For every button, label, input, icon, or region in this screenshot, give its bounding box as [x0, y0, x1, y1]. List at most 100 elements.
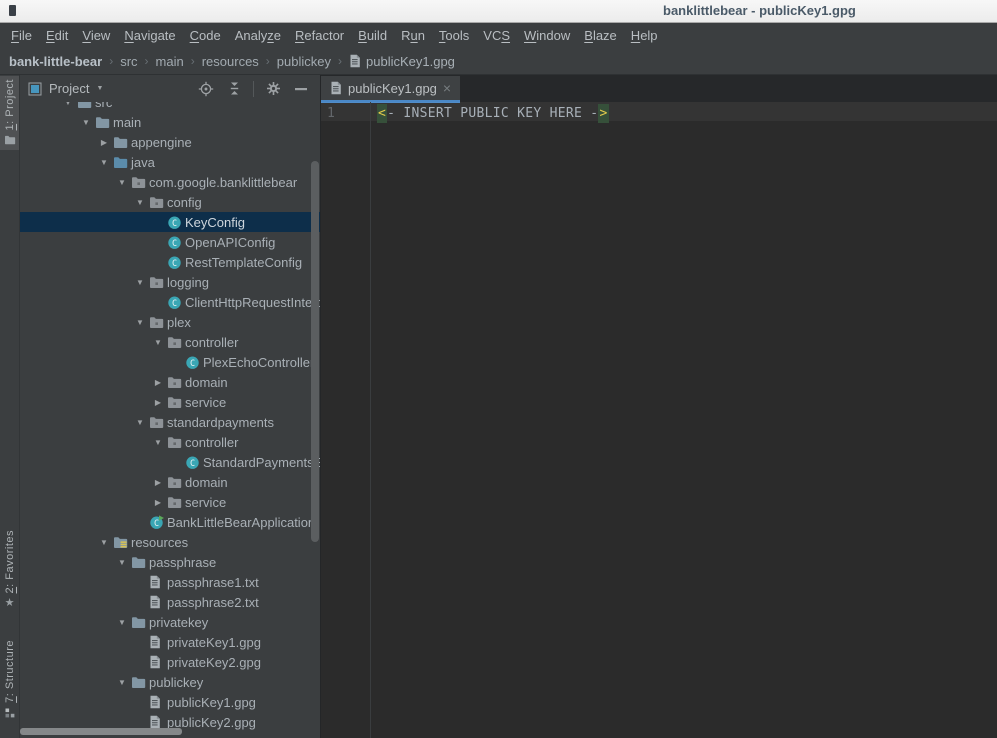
chevron-expanded-icon[interactable]: ▼: [77, 118, 95, 127]
folder-icon: [131, 556, 147, 569]
tree-item-publickey1-gpg[interactable]: publicKey1.gpg: [20, 692, 320, 712]
menu-item-code[interactable]: Code: [183, 25, 228, 46]
menu-item-analyze[interactable]: Analyze: [228, 25, 288, 46]
chevron-expanded-icon[interactable]: ▼: [131, 198, 149, 207]
tree-item-passphrase1-txt[interactable]: passphrase1.txt: [20, 572, 320, 592]
chevron-expanded-icon[interactable]: ▼: [95, 538, 113, 547]
chevron-expanded-icon[interactable]: ▼: [59, 102, 77, 107]
collapse-all-icon[interactable]: [223, 79, 245, 99]
tree-item-plexechocontroller[interactable]: CPlexEchoController: [20, 352, 320, 372]
menu-item-window[interactable]: Window: [517, 25, 577, 46]
chevron-expanded-icon[interactable]: ▼: [149, 438, 167, 447]
editor-tab-publickey1[interactable]: publicKey1.gpg ×: [321, 76, 460, 100]
tree-item-config[interactable]: ▼config: [20, 192, 320, 212]
tree-item-privatekey1-gpg[interactable]: privateKey1.gpg: [20, 632, 320, 652]
project-folder-icon: [4, 135, 16, 147]
chevron-expanded-icon[interactable]: ▼: [131, 278, 149, 287]
main-area: 1: Project 2: Favorites ★ 7: Structure P…: [0, 74, 997, 738]
gear-icon[interactable]: [262, 79, 284, 99]
tool-window-button-project[interactable]: 1: Project: [0, 76, 19, 150]
chevron-collapsed-icon[interactable]: ▶: [149, 478, 167, 487]
chevron-down-icon[interactable]: ▼: [96, 85, 103, 92]
chevron-collapsed-icon[interactable]: ▶: [149, 498, 167, 507]
tree-item-keyconfig[interactable]: CKeyConfig: [20, 212, 320, 232]
tree-item-controller[interactable]: ▼controller: [20, 432, 320, 452]
breadcrumb-item-src[interactable]: src: [120, 54, 137, 69]
tree-item-plex[interactable]: ▼plex: [20, 312, 320, 332]
tree-item-service[interactable]: ▶service: [20, 492, 320, 512]
tree-item-resources[interactable]: ▼resources: [20, 532, 320, 552]
chevron-collapsed-icon[interactable]: ▶: [95, 138, 113, 147]
chevron-expanded-icon[interactable]: ▼: [113, 678, 131, 687]
breadcrumb-item-main[interactable]: main: [156, 54, 184, 69]
tree-item-privatekey[interactable]: ▼privatekey: [20, 612, 320, 632]
menu-item-edit[interactable]: Edit: [39, 25, 75, 46]
window-title: banklittlebear - publicKey1.gpg: [663, 3, 856, 18]
tree-item-logging[interactable]: ▼logging: [20, 272, 320, 292]
tree-horizontal-scrollbar[interactable]: [20, 728, 182, 735]
tree-item-domain[interactable]: ▶domain: [20, 472, 320, 492]
tree-item-passphrase2-txt[interactable]: passphrase2.txt: [20, 592, 320, 612]
menu-item-blaze[interactable]: Blaze: [577, 25, 624, 46]
tool-window-button-favorites[interactable]: 2: Favorites ★: [0, 527, 19, 611]
tree-item-passphrase[interactable]: ▼passphrase: [20, 552, 320, 572]
file-icon: [149, 655, 165, 669]
breadcrumb-item-resources[interactable]: resources: [202, 54, 259, 69]
tree-item-java[interactable]: ▼java: [20, 152, 320, 172]
chevron-expanded-icon[interactable]: ▼: [131, 418, 149, 427]
file-icon: [149, 575, 165, 589]
breadcrumb-separator: ›: [338, 54, 342, 68]
tree-item-appengine[interactable]: ▶ appengine: [20, 132, 320, 152]
class-icon: C: [185, 455, 201, 470]
hide-panel-icon[interactable]: [290, 79, 312, 99]
file-icon: [149, 635, 165, 649]
menu-item-build[interactable]: Build: [351, 25, 394, 46]
tree-item-label: appengine: [131, 135, 192, 150]
chevron-expanded-icon[interactable]: ▼: [131, 318, 149, 327]
breadcrumb-root[interactable]: bank-little-bear: [9, 54, 102, 69]
tree-item-standardpayments[interactable]: ▼standardpayments: [20, 412, 320, 432]
menu-item-tools[interactable]: Tools: [432, 25, 476, 46]
breadcrumb-item-publickey[interactable]: publickey: [277, 54, 331, 69]
tool-window-button-structure[interactable]: 7: Structure: [0, 637, 19, 723]
chevron-expanded-icon[interactable]: ▼: [113, 178, 131, 187]
tree-item-resttemplateconfig[interactable]: CRestTemplateConfig: [20, 252, 320, 272]
tree-vertical-scrollbar[interactable]: [311, 161, 319, 542]
menu-item-refactor[interactable]: Refactor: [288, 25, 351, 46]
tree-item-banklittlebearapplication[interactable]: CBankLittleBearApplication: [20, 512, 320, 532]
chevron-expanded-icon[interactable]: ▼: [95, 158, 113, 167]
breadcrumb-separator: ›: [145, 54, 149, 68]
chevron-collapsed-icon[interactable]: ▶: [149, 378, 167, 387]
file-icon: [149, 695, 165, 709]
locate-file-icon[interactable]: [195, 79, 217, 99]
tree-item-com-google-banklittlebear[interactable]: ▼com.google.banklittlebear: [20, 172, 320, 192]
tree-item-controller[interactable]: ▼controller: [20, 332, 320, 352]
menu-item-navigate[interactable]: Navigate: [117, 25, 182, 46]
menu-item-file[interactable]: File: [4, 25, 39, 46]
chevron-expanded-icon[interactable]: ▼: [113, 558, 131, 567]
tree-item-service[interactable]: ▶service: [20, 392, 320, 412]
tree-item-main[interactable]: ▼main: [20, 112, 320, 132]
menu-item-run[interactable]: Run: [394, 25, 432, 46]
tree-item-publickey[interactable]: ▼publickey: [20, 672, 320, 692]
chevron-collapsed-icon[interactable]: ▶: [149, 398, 167, 407]
folder-icon: [77, 102, 93, 109]
editor-code[interactable]: <- INSERT PUBLIC KEY HERE ->: [371, 102, 997, 738]
close-tab-icon[interactable]: ×: [443, 81, 451, 95]
tree-item-openapiconfig[interactable]: COpenAPIConfig: [20, 232, 320, 252]
breadcrumb-file[interactable]: publicKey1.gpg: [349, 54, 455, 69]
tree-item-privatekey2-gpg[interactable]: privateKey2.gpg: [20, 652, 320, 672]
package-icon: [167, 376, 183, 389]
tree-item-standardpaymentsechocontroller[interactable]: CStandardPaymentsEchoController: [20, 452, 320, 472]
tree-item-clienthttprequestinterceptor[interactable]: CClientHttpRequestInterceptor: [20, 292, 320, 312]
menu-item-vcs[interactable]: VCS: [476, 25, 517, 46]
menu-item-view[interactable]: View: [75, 25, 117, 46]
chevron-expanded-icon[interactable]: ▼: [113, 618, 131, 627]
project-panel-title[interactable]: Project: [49, 81, 89, 96]
tree-item-label: privateKey2.gpg: [167, 655, 261, 670]
editor-body[interactable]: 1 <- INSERT PUBLIC KEY HERE ->: [321, 102, 997, 738]
chevron-expanded-icon[interactable]: ▼: [149, 338, 167, 347]
tree-item-src[interactable]: ▼src: [20, 102, 320, 112]
tree-item-domain[interactable]: ▶domain: [20, 372, 320, 392]
menu-item-help[interactable]: Help: [624, 25, 665, 46]
